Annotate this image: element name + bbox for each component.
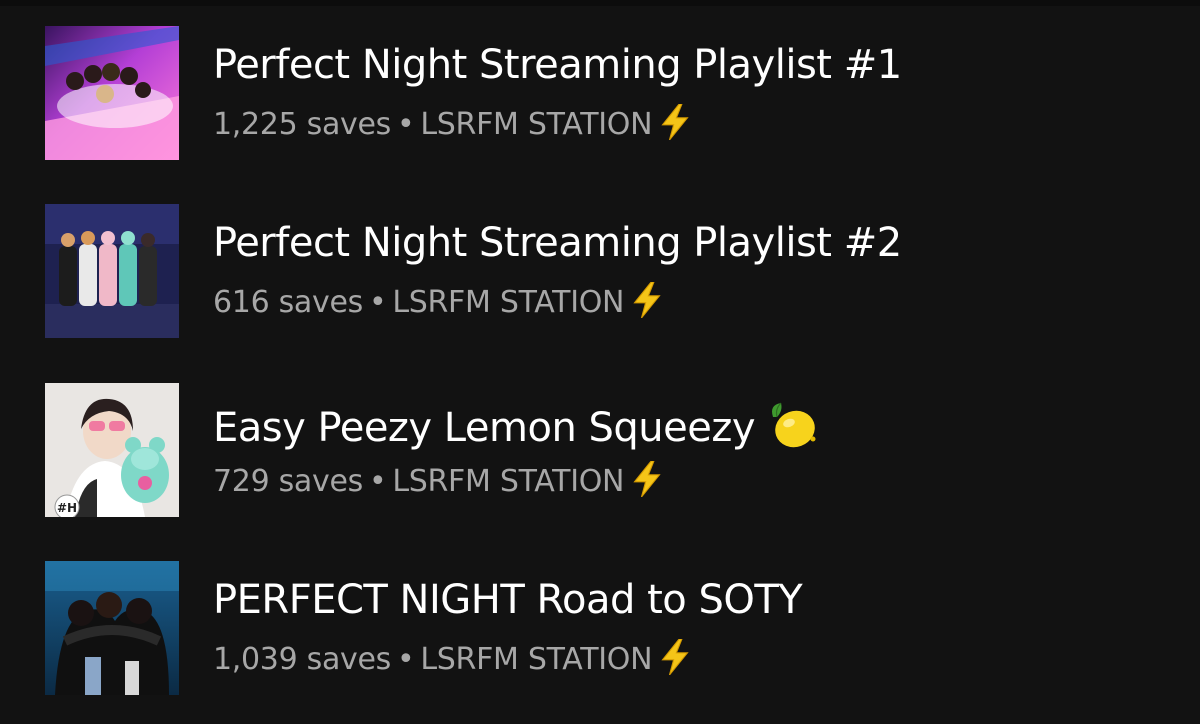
playlist-owner[interactable]: LSRFM STATION	[392, 285, 624, 320]
playlist-cover: #H	[45, 383, 179, 517]
playlist-meta: 729 saves • LSRFM STATION	[213, 461, 664, 502]
playlist-owner[interactable]: LSRFM STATION	[420, 107, 652, 142]
playlist-title[interactable]: PERFECT NIGHT Road to SOTY	[213, 575, 803, 625]
playlist-meta: 1,225 saves • LSRFM STATION	[213, 104, 692, 145]
playlist-meta: 616 saves • LSRFM STATION	[213, 282, 664, 323]
svg-text:#H: #H	[57, 501, 77, 515]
playlist-list: Perfect Night Streaming Playlist #1 1,22…	[0, 0, 1200, 724]
separator-dot: •	[396, 642, 415, 677]
playlist-row[interactable]: #H Easy Peezy Lemon Squeezy 729 saves • LS…	[0, 383, 1200, 523]
playlist-cover	[45, 26, 179, 160]
save-count: 1,225 saves	[213, 107, 391, 142]
save-count: 729 saves	[213, 464, 363, 499]
playlist-row[interactable]: Perfect Night Streaming Playlist #2 616 …	[0, 204, 1200, 344]
playlist-row[interactable]: Perfect Night Streaming Playlist #1 1,22…	[0, 26, 1200, 166]
playlist-owner[interactable]: LSRFM STATION	[420, 642, 652, 677]
playlist-title[interactable]: Easy Peezy Lemon Squeezy	[213, 397, 819, 453]
playlist-cover	[45, 561, 179, 695]
separator-dot: •	[368, 464, 387, 499]
lightning-bolt-icon	[633, 282, 661, 318]
playlist-row[interactable]: PERFECT NIGHT Road to SOTY 1,039 saves • L…	[0, 561, 1200, 701]
lightning-bolt-icon	[661, 639, 689, 675]
playlist-owner[interactable]: LSRFM STATION	[392, 464, 624, 499]
playlist-meta: 1,039 saves • LSRFM STATION	[213, 639, 692, 680]
playlist-title[interactable]: Perfect Night Streaming Playlist #2	[213, 218, 902, 268]
save-count: 1,039 saves	[213, 642, 391, 677]
separator-dot: •	[396, 107, 415, 142]
lightning-bolt-icon	[661, 104, 689, 140]
lemon-icon	[772, 402, 816, 448]
save-count: 616 saves	[213, 285, 363, 320]
lightning-bolt-icon	[633, 461, 661, 497]
playlist-cover	[45, 204, 179, 338]
playlist-title[interactable]: Perfect Night Streaming Playlist #1	[213, 40, 902, 90]
separator-dot: •	[368, 285, 387, 320]
